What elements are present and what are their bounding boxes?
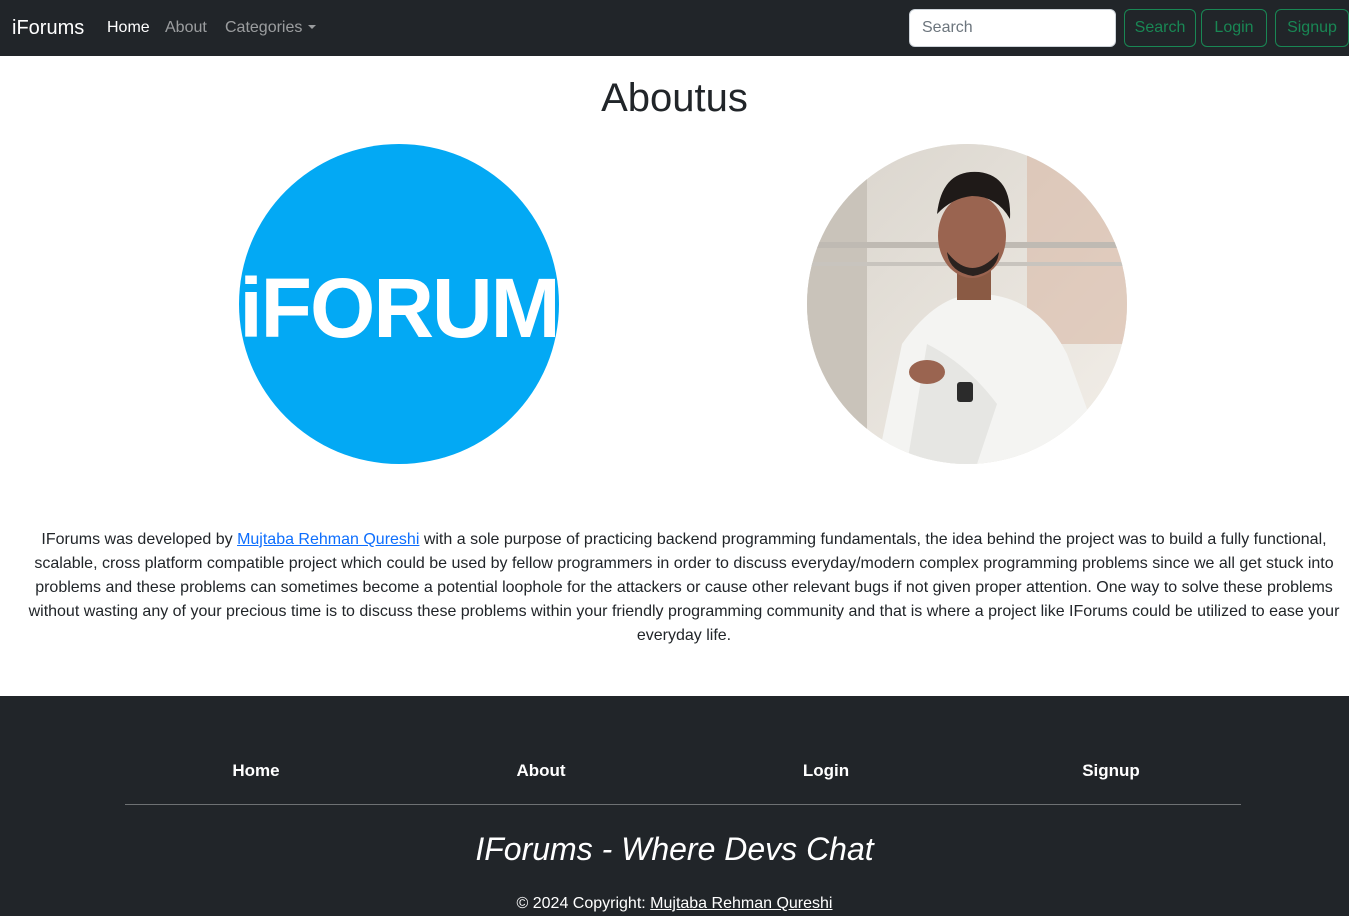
- footer-copyright: © 2024 Copyright: Mujtaba Rehman Qureshi: [0, 894, 1349, 914]
- search-input[interactable]: [909, 9, 1116, 47]
- iforum-logo-image: iFORUM: [239, 144, 559, 464]
- footer-home-link[interactable]: Home: [156, 760, 356, 782]
- author-profile-link[interactable]: Mujtaba Rehman Qureshi: [237, 531, 419, 548]
- nav-home-link[interactable]: Home: [107, 18, 150, 38]
- signup-button[interactable]: Signup: [1275, 9, 1349, 47]
- page-footer: Home About Login Signup IForums - Where …: [0, 696, 1349, 916]
- logo-wordmark: iFORUM: [239, 261, 558, 355]
- nav-categories-dropdown[interactable]: Categories: [225, 18, 317, 38]
- footer-about-link[interactable]: About: [441, 760, 641, 782]
- copyright-author-link[interactable]: Mujtaba Rehman Qureshi: [650, 895, 832, 912]
- top-navbar: iForums Home About Categories Search Log…: [0, 0, 1349, 56]
- footer-login-link[interactable]: Login: [726, 760, 926, 782]
- copyright-text: © 2024 Copyright:: [516, 895, 651, 912]
- search-button[interactable]: Search: [1124, 9, 1196, 47]
- iforum-logo-graphic: iFORUM: [239, 261, 559, 355]
- brand-logo-link[interactable]: iForums: [12, 16, 84, 40]
- login-button[interactable]: Login: [1201, 9, 1267, 47]
- footer-signup-link[interactable]: Signup: [1011, 760, 1211, 782]
- about-text-prefix: IForums was developed by: [41, 531, 238, 548]
- author-photo-illustration: [807, 144, 1127, 464]
- footer-divider: [125, 804, 1241, 805]
- page-title: Aboutus: [601, 76, 748, 120]
- author-photo: [807, 144, 1127, 464]
- about-description: IForums was developed by Mujtaba Rehman …: [22, 528, 1346, 648]
- nav-categories-label: Categories: [225, 19, 303, 36]
- chevron-down-icon: [308, 25, 317, 29]
- footer-tagline: IForums - Where Devs Chat: [475, 831, 874, 867]
- nav-about-link[interactable]: About: [165, 18, 207, 38]
